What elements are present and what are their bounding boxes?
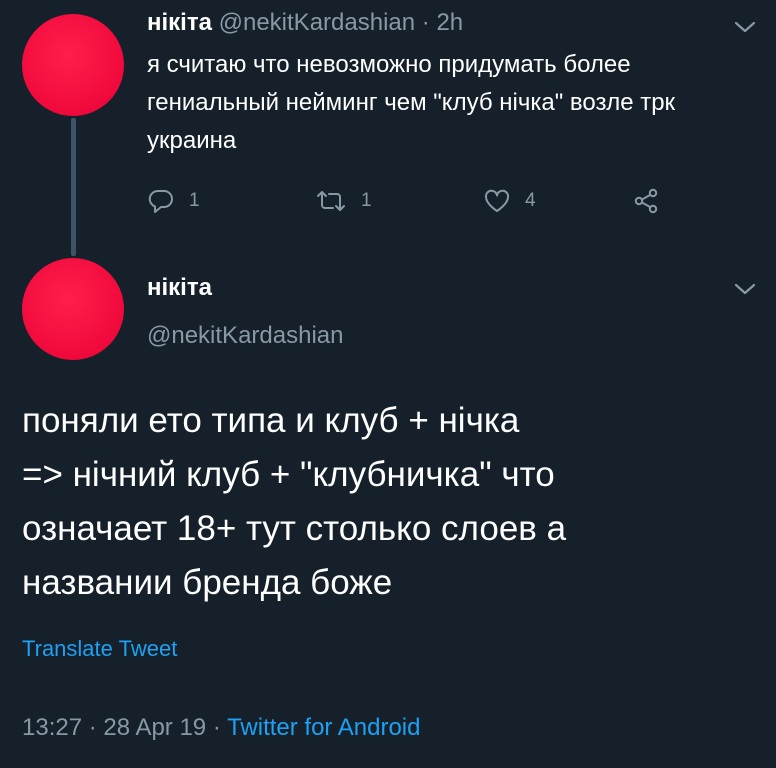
share-icon xyxy=(633,188,661,214)
heart-icon xyxy=(483,188,511,214)
parent-tweet-text: я считаю что невозможно придумать более … xyxy=(147,51,676,154)
like-count: 4 xyxy=(525,190,536,211)
main-author-name[interactable]: нікіта xyxy=(147,274,212,302)
parent-tweet-time[interactable]: 2h xyxy=(436,9,463,36)
tweet-date: 28 Apr 19 xyxy=(103,714,207,741)
meta-separator-2: · xyxy=(212,714,221,741)
parent-tweet-actions: 1 1 4 xyxy=(147,186,677,216)
header-separator: · xyxy=(421,9,430,36)
tweet-time: 13:27 xyxy=(22,714,83,741)
parent-author-handle[interactable]: @nekitKardashian xyxy=(219,9,415,36)
reply-count: 1 xyxy=(189,190,200,211)
like-button[interactable]: 4 xyxy=(483,186,536,216)
meta-separator: · xyxy=(88,714,97,741)
main-tweet-text: поняли ето типа и клуб + нічка => нічний… xyxy=(22,401,567,602)
parent-author-name[interactable]: нікіта xyxy=(147,9,212,36)
parent-avatar[interactable] xyxy=(22,14,124,116)
translate-tweet-link[interactable]: Translate Tweet xyxy=(22,636,177,662)
tweet-meta: 13:27 · 28 Apr 19 · Twitter for Android xyxy=(22,714,420,742)
reply-icon xyxy=(147,188,175,214)
parent-tweet-header: нікіта @nekitKardashian · 2h xyxy=(147,8,463,38)
main-avatar[interactable] xyxy=(22,258,124,360)
main-chevron-down-icon[interactable] xyxy=(734,282,756,296)
reply-button[interactable]: 1 xyxy=(147,186,200,216)
retweet-icon xyxy=(315,188,347,214)
parent-chevron-down-icon[interactable] xyxy=(734,20,756,34)
tweet-source-link[interactable]: Twitter for Android xyxy=(227,714,420,741)
main-author-handle[interactable]: @nekitKardashian xyxy=(147,322,343,350)
retweet-count: 1 xyxy=(361,190,372,211)
retweet-button[interactable]: 1 xyxy=(315,186,372,216)
thread-connector xyxy=(71,118,76,256)
share-button[interactable] xyxy=(633,186,661,216)
